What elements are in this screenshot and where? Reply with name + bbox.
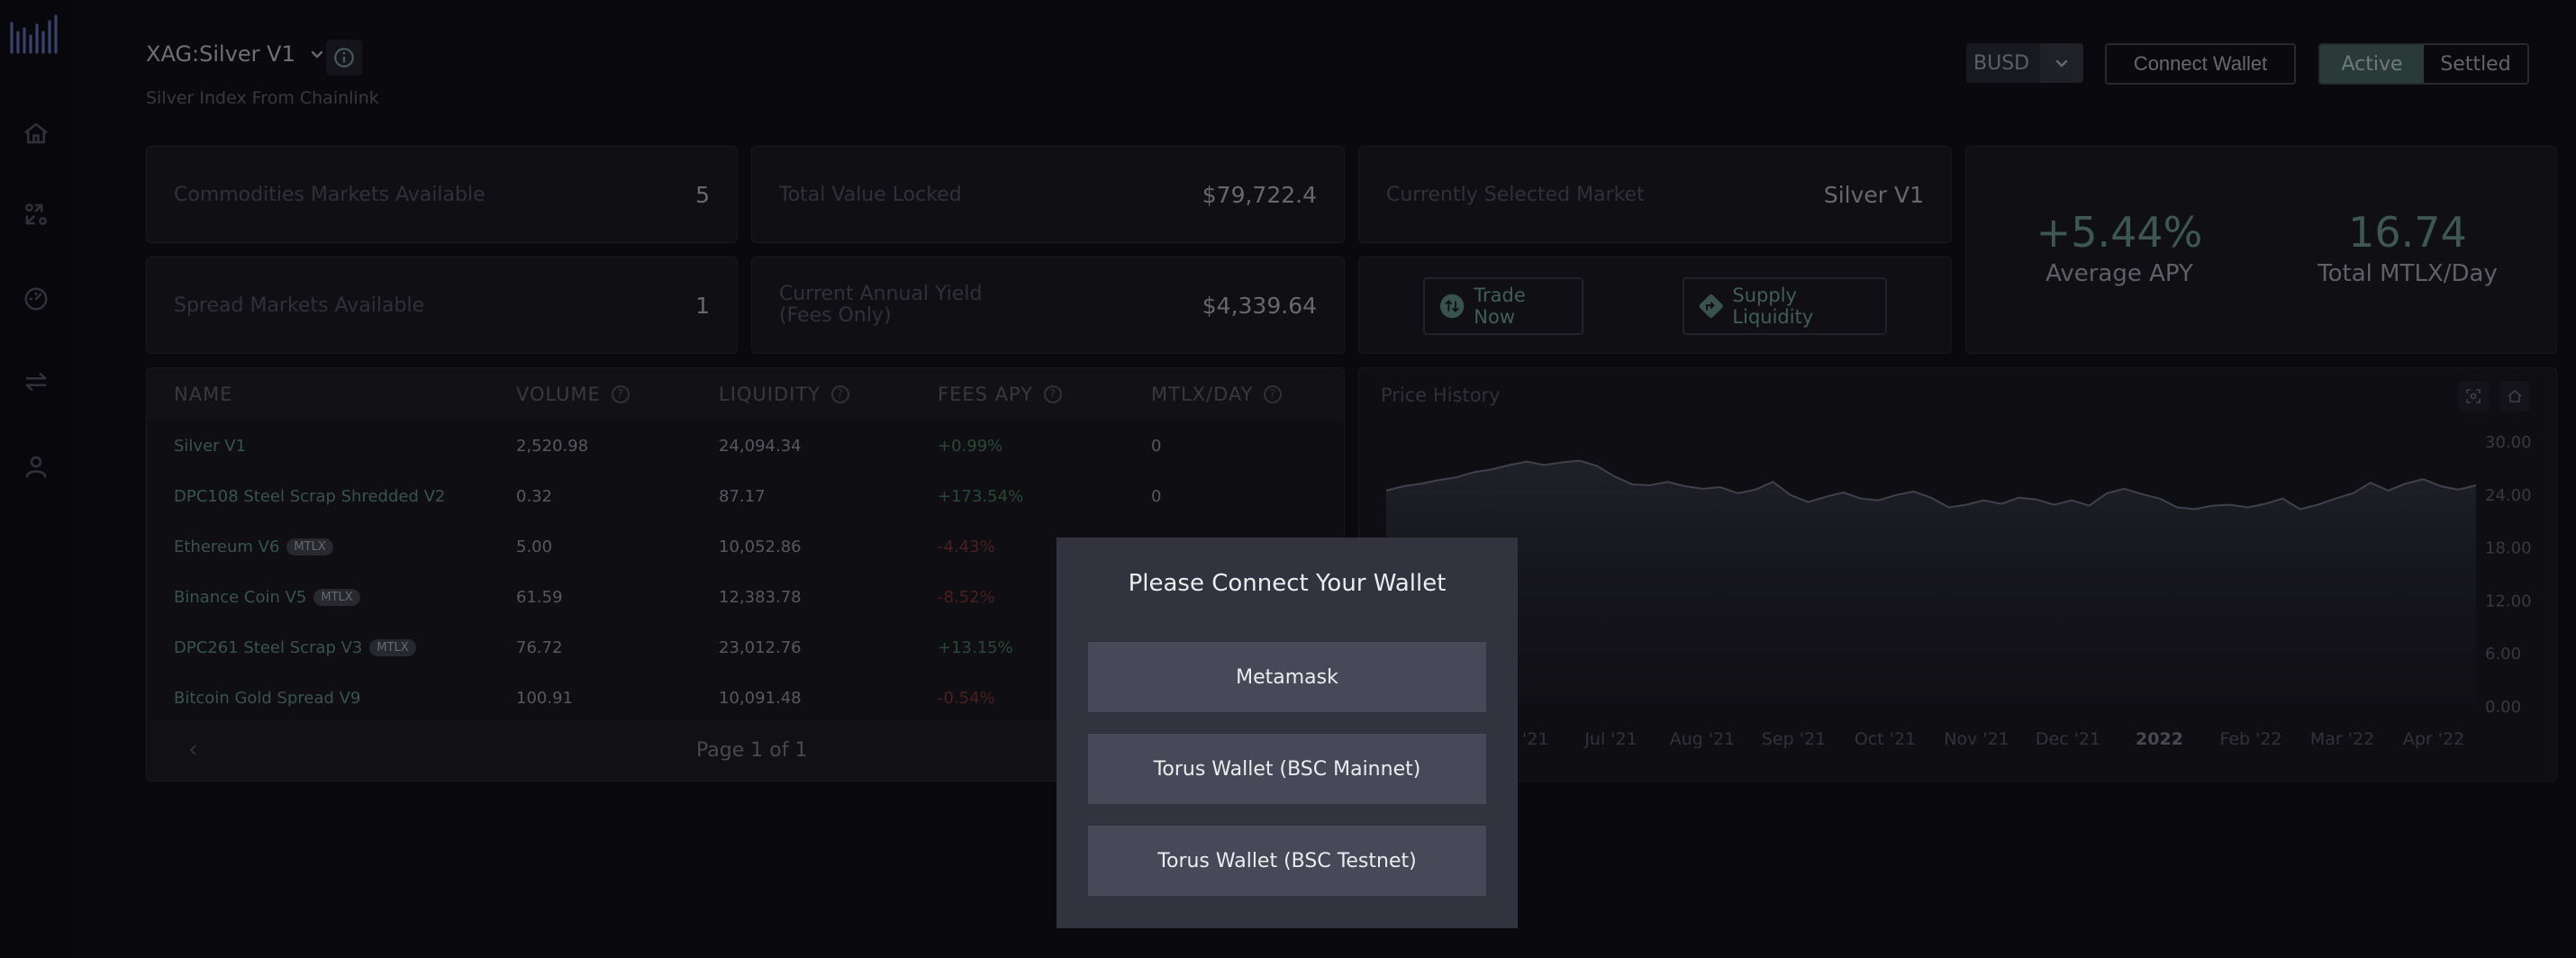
torus-mainnet-button[interactable]: Torus Wallet (BSC Mainnet) [1088, 734, 1486, 804]
modal-title: Please Connect Your Wallet [1128, 570, 1447, 597]
metamask-button[interactable]: Metamask [1088, 642, 1486, 712]
connect-wallet-modal: Please Connect Your Wallet Metamask Toru… [1057, 538, 1518, 928]
torus-testnet-button[interactable]: Torus Wallet (BSC Testnet) [1088, 826, 1486, 896]
